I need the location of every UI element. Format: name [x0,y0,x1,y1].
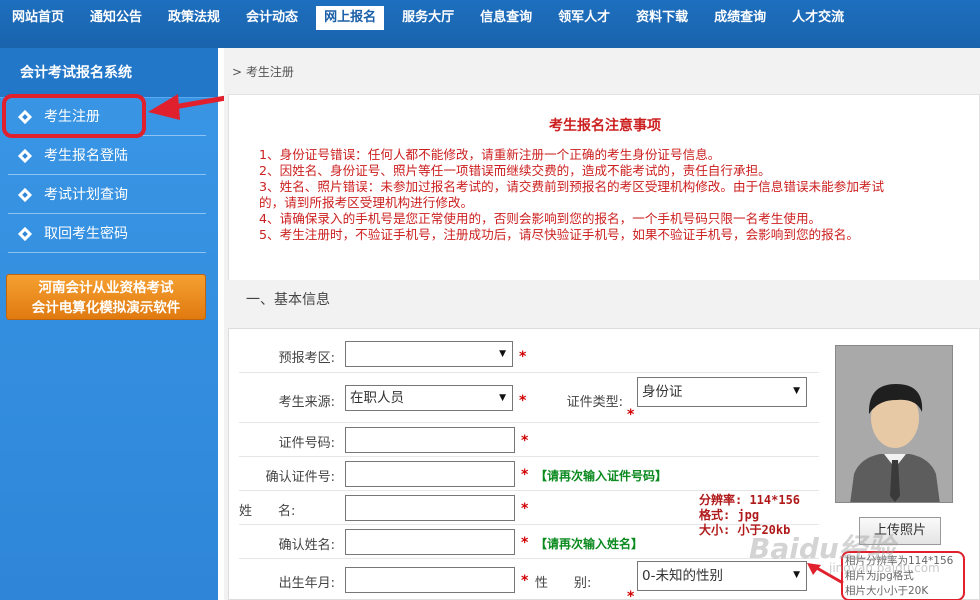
name-confirm-hint: 【请再次输入姓名】 [535,537,644,551]
birth-label: 出生年月: [278,576,335,591]
nav-item-score-query[interactable]: 成绩查询 [706,6,774,30]
id-type-label: 证件类型: [566,395,623,410]
id-confirm-input[interactable] [345,461,515,487]
required-mark: * [521,433,529,449]
exam-area-label: 预报考区: [278,351,335,366]
form-row: 预报考区: ▼ * [239,337,819,373]
baidu-watermark-url: jingyan.baidu.com [829,561,940,575]
source-select[interactable]: 在职人员 ▼ [345,385,513,411]
required-mark: * [521,573,529,589]
form-row: 确认证件号: * 【请再次输入证件号码】 [239,457,819,491]
main-content: > 考生注册 考生报名注意事项 1、身份证号错误：任何人都不能修改，请重新注册一… [224,48,980,600]
dropdown-arrow-icon: ▼ [793,386,800,396]
nav-item-accounting-news[interactable]: 会计动态 [238,6,306,30]
notice-line: 2、因姓名、身份证号、照片等任一项错误而继续交费的，造成不能考试的，责任自行承担… [259,163,771,178]
sidebar-item-exam-plan[interactable]: 考试计划查询 [8,176,206,214]
notice-title: 考生报名注意事项 [549,118,661,134]
top-navigation-bar: 网站首页 通知公告 政策法规 会计动态 网上报名 服务大厅 信息查询 领军人才 … [0,0,980,48]
breadcrumb: > 考生注册 [232,60,294,84]
sidebar-item-login[interactable]: 考生报名登陆 [8,137,206,175]
id-type-select[interactable]: 身份证 ▼ [637,377,807,407]
nav-item-policies[interactable]: 政策法规 [160,6,228,30]
notice-list: 1、身份证号错误：任何人都不能修改，请重新注册一个正确的考生身份证号信息。 2、… [259,147,974,243]
notice-line: 3、姓名、照片错误：未参加过报名考试的，请交费前到预报名的考区受理机构修改。由于… [259,179,885,194]
banner-line-2: 会计电算化模拟演示软件 [31,300,181,316]
required-mark: * [627,407,635,423]
id-confirm-hint: 【请再次输入证件号码】 [535,469,668,483]
notice-line: 1、身份证号错误：任何人都不能修改，请重新注册一个正确的考生身份证号信息。 [259,147,721,162]
dropdown-arrow-icon: ▼ [499,349,506,359]
photo-spec-line: 格式: jpg [699,508,760,522]
nav-item-service-hall[interactable]: 服务大厅 [394,6,462,30]
form-row: 证件号码: * [239,423,819,457]
chevron-right-icon: > [232,65,243,79]
diamond-bullet-icon [17,187,33,203]
section-heading-basic-info: 一、基本信息 [228,280,980,324]
id-confirm-label: 确认证件号: [265,470,335,485]
name-label: 姓 名: [239,504,296,519]
nav-item-notices[interactable]: 通知公告 [82,6,150,30]
exam-area-select[interactable]: ▼ [345,341,513,367]
sidebar-item-label: 考试计划查询 [44,187,128,203]
sidebar-item-label: 取回考生密码 [44,226,128,242]
required-mark: * [521,535,529,551]
annotation-highlight-box [2,94,146,138]
notice-line: 5、考生注册时，不验证手机号，注册成功后，请尽快验证手机号，如果不验证手机号，会… [259,227,859,242]
notice-line: 的，请到所报考区受理机构进行修改。 [259,195,474,210]
id-type-value: 身份证 [642,384,683,400]
banner-line-1: 河南会计从业资格考试 [38,280,174,296]
person-silhouette-icon [836,346,952,502]
gender-label: 性 别: [535,576,592,591]
diamond-bullet-icon [17,148,33,164]
nav-item-info-query[interactable]: 信息查询 [472,6,540,30]
nav-item-online-registration[interactable]: 网上报名 [316,6,385,30]
id-number-input[interactable] [345,427,515,453]
sidebar-item-label: 考生报名登陆 [44,148,128,164]
required-mark: * [519,393,527,409]
nav-item-talent-exchange[interactable]: 人才交流 [784,6,852,30]
source-value: 在职人员 [350,390,404,406]
photo-note-line: 相片大小小于20K [845,585,929,597]
required-mark: * [521,501,529,517]
software-demo-banner[interactable]: 河南会计从业资格考试 会计电算化模拟演示软件 [6,274,206,320]
form-row: 考生来源: 在职人员 ▼ * 证件类型: 身份证 ▼ * [239,373,819,423]
registration-form: 预报考区: ▼ * 考生来源: 在职人员 ▼ * 证件类型: 身份证 ▼ * 证… [228,328,980,600]
source-label: 考生来源: [278,395,335,410]
photo-spec-line: 分辨率: 114*156 [699,493,801,507]
birth-input[interactable] [345,567,515,593]
notice-panel: 考生报名注意事项 1、身份证号错误：任何人都不能修改，请重新注册一个正确的考生身… [228,94,980,282]
photo-placeholder [835,345,953,503]
notice-line: 4、请确保录入的手机号是您正常使用的，否则会影响到您的报名，一个手机号码只限一名… [259,211,822,226]
id-number-label: 证件号码: [278,436,335,451]
required-mark: * [521,467,529,483]
name-confirm-label: 确认姓名: [278,538,335,553]
dropdown-arrow-icon: ▼ [499,393,506,403]
required-mark: * [627,589,635,600]
nav-item-downloads[interactable]: 资料下载 [628,6,696,30]
gender-value: 0-未知的性别 [642,568,723,584]
form-row: 出生年月: * 性 别: 0-未知的性别 ▼ * [239,559,819,600]
nav-item-leading-talent[interactable]: 领军人才 [550,6,618,30]
name-confirm-input[interactable] [345,529,515,555]
name-input[interactable] [345,495,515,521]
sidebar-item-retrieve-password[interactable]: 取回考生密码 [8,215,206,253]
nav-item-home[interactable]: 网站首页 [4,6,72,30]
required-mark: * [519,349,527,365]
diamond-bullet-icon [17,226,33,242]
top-nav-items: 网站首页 通知公告 政策法规 会计动态 网上报名 服务大厅 信息查询 领军人才 … [4,6,862,30]
breadcrumb-current: 考生注册 [245,65,294,79]
